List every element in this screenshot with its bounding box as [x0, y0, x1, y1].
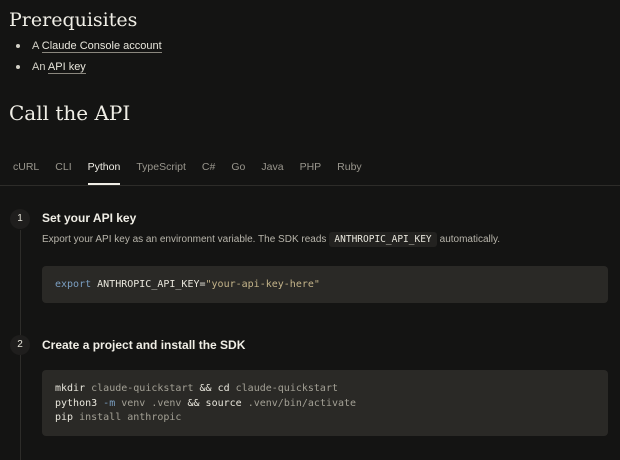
- tab-ruby[interactable]: Ruby: [337, 150, 362, 185]
- tab-php[interactable]: PHP: [300, 150, 322, 185]
- tab-python[interactable]: Python: [87, 150, 120, 185]
- prerequisites-list: A Claude Console account An API key: [15, 37, 162, 79]
- step-2-title: Create a project and install the SDK: [42, 338, 246, 352]
- tab-csharp[interactable]: C#: [202, 150, 215, 185]
- code-line: mkdir claude-quickstart && cd claude-qui…: [55, 383, 338, 394]
- step-2-code-block[interactable]: mkdir claude-quickstart && cd claude-qui…: [42, 370, 608, 436]
- language-tabs: cURL CLI Python TypeScript C# Go Java PH…: [0, 150, 620, 186]
- step-1-description: Export your API key as an environment va…: [42, 232, 501, 247]
- tab-curl[interactable]: cURL: [13, 150, 39, 185]
- tab-go[interactable]: Go: [231, 150, 245, 185]
- step-1-number: 1: [10, 209, 30, 229]
- env-var-code: ANTHROPIC_API_KEY: [329, 232, 437, 247]
- step-2-number: 2: [10, 335, 30, 355]
- tab-java[interactable]: Java: [261, 150, 283, 185]
- tab-typescript[interactable]: TypeScript: [136, 150, 186, 185]
- tab-cli[interactable]: CLI: [55, 150, 71, 185]
- call-api-heading: Call the API: [9, 101, 131, 125]
- list-item: An API key: [15, 58, 162, 79]
- step-1-code-block[interactable]: export ANTHROPIC_API_KEY="your-api-key-h…: [42, 266, 608, 303]
- prerequisites-heading: Prerequisites: [9, 9, 138, 31]
- step-1-title: Set your API key: [42, 211, 137, 225]
- code-line: pip install anthropic: [55, 412, 182, 423]
- list-item: A Claude Console account: [15, 37, 162, 58]
- code-line: python3 -m venv .venv && source .venv/bi…: [55, 397, 357, 409]
- api-key-link[interactable]: API key: [47, 61, 86, 74]
- console-account-link[interactable]: Claude Console account: [41, 40, 162, 53]
